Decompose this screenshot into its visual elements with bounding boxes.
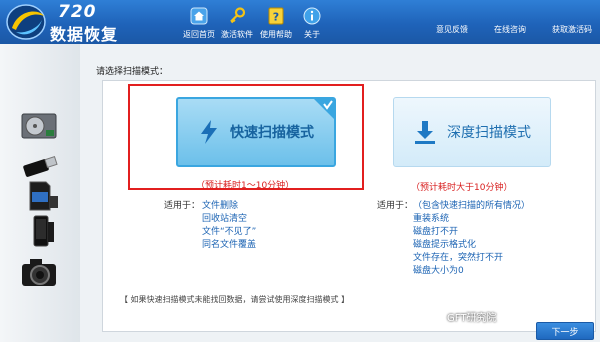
app-logo-icon: [6, 4, 46, 40]
toolbar-about-label: 关于: [304, 30, 320, 39]
hint-note: 【 如果快速扫描模式未能找回数据，请尝试使用深度扫描模式 】: [120, 295, 350, 304]
toolbar-help-label: 使用帮助: [260, 30, 292, 39]
list-item: 文件存在，突然打不开: [413, 253, 504, 263]
scan-mode-prompt: 请选择扫描模式：: [96, 67, 169, 77]
download-icon: [415, 121, 435, 144]
hard-drive-icon[interactable]: [18, 108, 62, 144]
toolbar-activate-label: 激活软件: [221, 30, 253, 39]
phone-icon[interactable]: [18, 214, 62, 250]
quick-usage: 适用于： 文件删除 回收站清空 文件“不见了” 同名文件覆盖: [164, 200, 304, 260]
device-sidebar: [0, 44, 80, 342]
quick-usage-list: 文件删除 回收站清空 文件“不见了” 同名文件覆盖: [202, 200, 256, 252]
list-item: 磁盘打不开: [413, 227, 459, 237]
help-icon: ?: [266, 6, 286, 26]
deep-usage-label: 适用于：: [377, 201, 414, 211]
home-icon: [189, 6, 209, 26]
list-item: 重装系统: [413, 214, 450, 224]
toolbar-activate-button[interactable]: 激活软件: [219, 6, 255, 40]
list-item: 文件删除: [202, 201, 239, 211]
quick-scan-label: 快速扫描模式: [230, 125, 314, 141]
deep-usage-list: （包含快速扫描的所有情况） 重装系统 磁盘打不开 磁盘提示格式化 文件存在，突然…: [413, 200, 530, 278]
feedback-link[interactable]: 意见反馈: [436, 24, 468, 35]
app-header: 720 数据恢复 返回首页 激活软件 ? 使用帮助 关于 意见反馈 在线咨询 获…: [0, 0, 600, 44]
list-item: 回收站清空: [202, 214, 248, 224]
svg-text:?: ?: [273, 11, 279, 24]
key-icon: [227, 6, 247, 26]
quick-scan-button[interactable]: 快速扫描模式: [176, 97, 336, 167]
list-item: 磁盘大小为0: [413, 266, 464, 276]
wechat-icon: [432, 310, 444, 322]
deep-scan-button[interactable]: 深度扫描模式: [393, 97, 551, 167]
next-button[interactable]: 下一步: [536, 322, 594, 340]
online-consult-link[interactable]: 在线咨询: [494, 24, 526, 35]
list-item: 磁盘提示格式化: [413, 240, 477, 250]
top-links: 意见反馈 在线咨询 获取激活码: [436, 24, 592, 35]
toolbar-about-button[interactable]: 关于: [298, 6, 326, 40]
selected-check-icon: [313, 98, 335, 120]
quick-usage-label: 适用于：: [164, 201, 201, 211]
camera-icon[interactable]: [18, 254, 62, 290]
watermark: GFT研究院: [432, 309, 496, 324]
sd-card-icon[interactable]: [18, 178, 62, 214]
list-item: 同名文件覆盖: [202, 240, 257, 250]
get-activation-code-link[interactable]: 获取激活码: [552, 24, 592, 35]
logo-number: 720: [58, 2, 97, 22]
info-icon: [302, 6, 322, 26]
toolbar-help-button[interactable]: ? 使用帮助: [258, 6, 294, 40]
list-item: （包含快速扫描的所有情况）: [413, 201, 531, 211]
toolbar-home-label: 返回首页: [183, 30, 215, 39]
toolbar-home-button[interactable]: 返回首页: [181, 6, 217, 40]
deep-usage: 适用于： （包含快速扫描的所有情况） 重装系统 磁盘打不开 磁盘提示格式化 文件…: [377, 200, 547, 282]
watermark-text: GFT研究院: [447, 313, 497, 324]
quick-scan-time: （预计耗时1～10分钟）: [196, 181, 295, 191]
lightning-icon: [201, 120, 217, 144]
deep-scan-time: （预计耗时大于10分钟）: [411, 183, 513, 193]
logo-name: 数据恢复: [50, 25, 119, 44]
deep-scan-label: 深度扫描模式: [447, 125, 531, 141]
list-item: 文件“不见了”: [202, 227, 257, 237]
